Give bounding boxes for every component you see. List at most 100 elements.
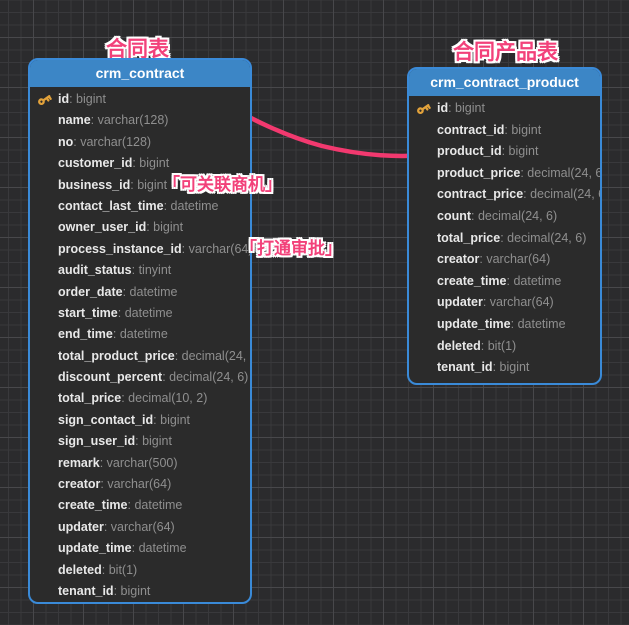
field-name: contract_price xyxy=(437,187,523,201)
field-type: : bigint xyxy=(146,220,183,234)
field-type: : bigint xyxy=(69,92,106,106)
field-name: start_time xyxy=(58,306,118,320)
table-row[interactable]: update_time: datetime xyxy=(409,314,600,336)
field-name: updater xyxy=(58,520,104,534)
field-type: : decimal(24, 6) xyxy=(523,187,602,201)
field-name: sign_user_id xyxy=(58,434,135,448)
table-row[interactable]: audit_status: tinyint xyxy=(30,260,250,281)
table-row[interactable]: contract_id: bigint xyxy=(409,120,600,142)
table-row[interactable]: creator: varchar(64) xyxy=(30,474,250,495)
field-name: tenant_id xyxy=(58,584,114,598)
field-name: contract_id xyxy=(437,123,504,137)
field-type: : bigint xyxy=(130,178,167,192)
field-type: : datetime xyxy=(507,274,562,288)
field-name: id xyxy=(437,101,448,115)
table-row[interactable]: tenant_id: bigint xyxy=(30,581,250,602)
field-type: : decimal(10, 2) xyxy=(121,391,207,405)
table-row[interactable]: contract_price: decimal(24, 6) xyxy=(409,184,600,206)
table-row[interactable]: total_product_price: decimal(24, 6) xyxy=(30,346,250,367)
field-name: total_product_price xyxy=(58,349,175,363)
field-name: order_date xyxy=(58,285,123,299)
field-type: : decimal(24, 6) xyxy=(162,370,248,384)
field-name: owner_user_id xyxy=(58,220,146,234)
table-row[interactable]: sign_user_id: bigint xyxy=(30,431,250,452)
table-row[interactable]: count: decimal(24, 6) xyxy=(409,206,600,228)
field-name: count xyxy=(437,209,471,223)
field-name: updater xyxy=(437,295,483,309)
table-row[interactable]: order_date: datetime xyxy=(30,282,250,303)
field-type: : bigint xyxy=(132,156,169,170)
table-caption-contract-product[interactable]: 合同产品表 xyxy=(453,36,558,66)
table-row[interactable]: creator: varchar(64) xyxy=(409,249,600,271)
field-name: discount_percent xyxy=(58,370,162,384)
table-row[interactable]: update_time: datetime xyxy=(30,538,250,559)
table-header[interactable]: crm_contract xyxy=(28,58,252,87)
field-type: : varchar(128) xyxy=(91,113,169,127)
table-row[interactable]: id: bigint xyxy=(30,89,250,110)
field-name: no xyxy=(58,135,73,149)
field-name: creator xyxy=(58,477,100,491)
note-approval-flow[interactable]: 「打通审批」 xyxy=(240,234,342,259)
field-name: deleted xyxy=(58,563,102,577)
field-name: audit_status xyxy=(58,263,132,277)
table-header[interactable]: crm_contract_product xyxy=(407,67,602,96)
field-type: : bigint xyxy=(135,434,172,448)
table-row[interactable]: id: bigint xyxy=(409,98,600,120)
table-row[interactable]: updater: varchar(64) xyxy=(30,517,250,538)
field-type: : datetime xyxy=(164,199,219,213)
table-row[interactable]: process_instance_id: varchar(64) xyxy=(30,239,250,260)
table-row[interactable]: tenant_id: bigint xyxy=(409,357,600,379)
primary-key-icon xyxy=(413,98,434,119)
field-name: process_instance_id xyxy=(58,242,182,256)
table-row[interactable]: deleted: bit(1) xyxy=(30,560,250,581)
diagram-canvas[interactable]: { "canvas": { "background": "#2b2b2d", "… xyxy=(0,0,629,625)
table-row[interactable]: owner_user_id: bigint xyxy=(30,217,250,238)
table-row[interactable]: start_time: datetime xyxy=(30,303,250,324)
table-row[interactable]: deleted: bit(1) xyxy=(409,336,600,358)
field-type: : datetime xyxy=(511,317,566,331)
field-type: : bit(1) xyxy=(481,339,516,353)
field-type: : bigint xyxy=(114,584,151,598)
field-type: : varchar(500) xyxy=(100,456,178,470)
table-row[interactable]: discount_percent: decimal(24, 6) xyxy=(30,367,250,388)
field-name: product_price xyxy=(437,166,520,180)
field-type: : datetime xyxy=(128,498,183,512)
table-row[interactable]: contact_last_time: datetime xyxy=(30,196,250,217)
field-type: : datetime xyxy=(123,285,178,299)
field-type: : decimal(24, 6) xyxy=(175,349,252,363)
field-type: : bigint xyxy=(504,123,541,137)
field-name: business_id xyxy=(58,178,130,192)
table-row[interactable]: sign_contact_id: bigint xyxy=(30,410,250,431)
table-row[interactable]: no: varchar(128) xyxy=(30,132,250,153)
entity-table-crm-contract-product[interactable]: crm_contract_product id: bigint contract… xyxy=(407,67,602,385)
field-name: name xyxy=(58,113,91,127)
table-row[interactable]: product_id: bigint xyxy=(409,141,600,163)
field-name: tenant_id xyxy=(437,360,493,374)
table-row[interactable]: name: varchar(128) xyxy=(30,110,250,131)
table-row[interactable]: end_time: datetime xyxy=(30,324,250,345)
table-body: id: bigint name: varchar(128) no: varcha… xyxy=(30,87,250,604)
field-type: : bigint xyxy=(502,144,539,158)
field-name: id xyxy=(58,92,69,106)
field-type: : datetime xyxy=(118,306,173,320)
field-type: : decimal(24, 6) xyxy=(500,231,586,245)
table-row[interactable]: product_price: decimal(24, 6) xyxy=(409,163,600,185)
field-name: creator xyxy=(437,252,479,266)
table-row[interactable]: updater: varchar(64) xyxy=(409,292,600,314)
field-type: : varchar(64) xyxy=(479,252,550,266)
table-row[interactable]: create_time: datetime xyxy=(409,271,600,293)
table-row[interactable]: remark: varchar(500) xyxy=(30,453,250,474)
field-type: : bigint xyxy=(493,360,530,374)
field-type: : datetime xyxy=(113,327,168,341)
primary-key-icon xyxy=(34,89,55,110)
field-name: total_price xyxy=(58,391,121,405)
table-row[interactable]: create_time: datetime xyxy=(30,495,250,516)
table-row[interactable]: total_price: decimal(10, 2) xyxy=(30,388,250,409)
note-link-business[interactable]: 「可关联商机」 xyxy=(163,170,282,195)
entity-table-crm-contract[interactable]: crm_contract id: bigint name: varchar(12… xyxy=(28,58,252,604)
field-name: product_id xyxy=(437,144,502,158)
field-name: create_time xyxy=(58,498,128,512)
field-type: : bit(1) xyxy=(102,563,137,577)
table-row[interactable]: total_price: decimal(24, 6) xyxy=(409,228,600,250)
field-type: : varchar(64) xyxy=(483,295,554,309)
